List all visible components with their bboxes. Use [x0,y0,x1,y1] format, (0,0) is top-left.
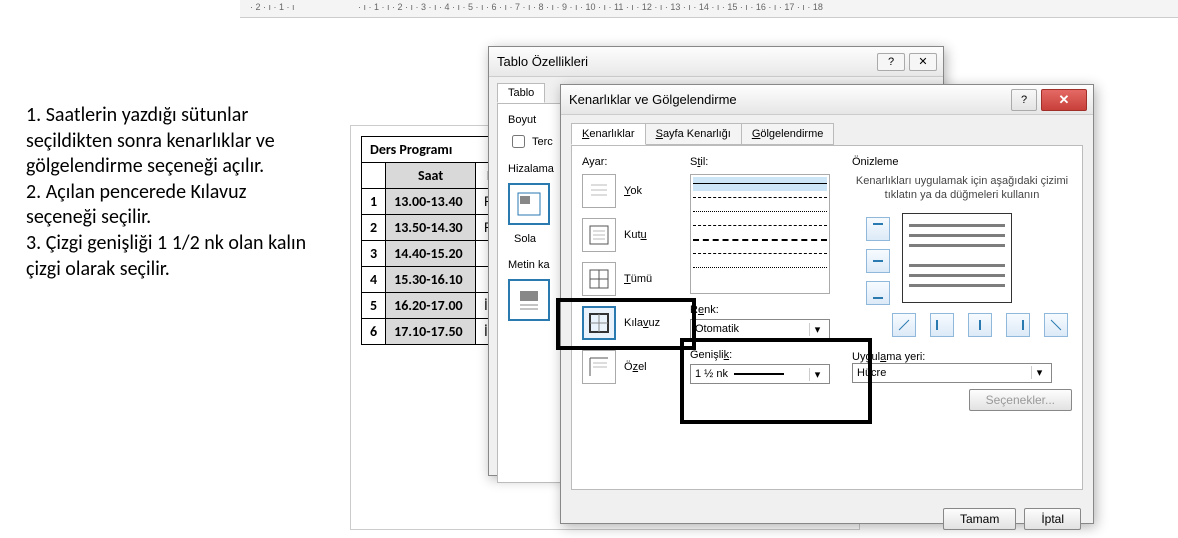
ayar-tumu[interactable]: Tümü [582,262,678,296]
border-right-btn[interactable] [1006,313,1030,337]
ayar-yok[interactable]: Yok [582,174,678,208]
tab-borders[interactable]: KKenarlıklarenarlıklar [571,123,646,145]
table-row[interactable]: 617.10-17.50İ [362,319,506,345]
cancel-button[interactable]: İptal [1024,508,1081,530]
chevron-down-icon: ▾ [809,368,825,381]
apply-label: Uygulama yeri: [852,351,925,363]
align-left[interactable] [508,183,550,225]
ayar-ozel[interactable]: Özel [582,350,678,384]
style-option[interactable] [693,261,827,275]
preview-desc: Kenarlıkları uygulamak için aşağıdaki çi… [852,174,1072,203]
ayar-label: Ayar: [582,156,678,168]
style-option[interactable] [693,177,827,191]
pref-checkbox-input[interactable] [512,135,525,148]
table-row[interactable]: 213.50-14.30Fe [362,215,506,241]
instruction-1: 1. Saatlerin yazdığı sütunlar seçildikte… [26,103,311,180]
tab-tablo[interactable]: Tablo [497,83,545,103]
border-grid-icon [582,306,616,340]
ruler: · 2 · ı · 1 · ı · ı · 1 · ı · 2 · ı · 3 … [240,0,1178,18]
table-row[interactable]: 516.20-17.00İ [362,293,506,319]
stil-label: Stil: [690,156,840,168]
options-button[interactable]: Seçenekler... [969,389,1072,411]
dialog-title-text: Kenarlıklar ve Gölgelendirme [569,92,737,107]
color-combo[interactable]: Otomatik ▾ [690,319,830,339]
dialog-title-text: Tablo Özellikleri [497,54,588,69]
border-custom-icon [582,350,616,384]
dialog-titlebar[interactable]: Tablo Özellikleri ? ✕ [489,47,943,77]
table-title: Ders Programı [362,137,506,163]
width-combo[interactable]: 1 ½ nk ▾ [690,364,830,384]
border-left-btn[interactable] [930,313,954,337]
col-saat: Saat [386,163,476,189]
ayar-kutu[interactable]: Kutu [582,218,678,252]
width-label: Genişlik: [690,349,840,361]
border-hmid-btn[interactable] [866,249,890,273]
border-top-btn[interactable] [866,217,890,241]
color-label: Renk: [690,304,840,316]
border-all-icon [582,262,616,296]
style-option[interactable] [693,205,827,219]
preview-area [862,213,1062,333]
borders-shading-dialog: Kenarlıklar ve Gölgelendirme ? ✕ KKenarl… [560,84,1094,524]
style-option[interactable] [693,219,827,233]
border-diag1-btn[interactable] [892,313,916,337]
ayar-kilavuz[interactable]: Kılavuz [582,306,678,340]
instruction-3: 3. Çizgi genişliği 1 1/2 nk olan kalın ç… [26,231,311,282]
dialog-titlebar[interactable]: Kenarlıklar ve Gölgelendirme ? ✕ [561,85,1093,115]
table-row[interactable]: 415.30-16.10 [362,267,506,293]
ok-button[interactable]: Tamam [943,508,1016,530]
tab-page-border[interactable]: Sayfa Kenarlığı [645,123,742,145]
border-diag2-btn[interactable] [1044,313,1068,337]
instructions-text: 1. Saatlerin yazdığı sütunlar seçildikte… [26,103,311,282]
style-option[interactable] [693,233,827,247]
style-listbox[interactable] [690,174,830,294]
table-row[interactable]: 314.40-15.20 [362,241,506,267]
border-bottom-btn[interactable] [866,281,890,305]
help-button[interactable]: ? [1011,89,1037,111]
chevron-down-icon: ▾ [809,323,825,336]
border-box-icon [582,218,616,252]
chevron-down-icon: ▾ [1031,366,1047,379]
schedule-table[interactable]: Ders Programı Saat P 113.00-13.40Fe 213.… [361,136,506,345]
style-option[interactable] [693,247,827,261]
apply-to-combo[interactable]: Hücre ▾ [852,363,1052,383]
style-option[interactable] [693,191,827,205]
preview-canvas[interactable] [902,213,1012,303]
tab-shading[interactable]: Gölgelendirme [741,123,835,145]
borders-panel: Ayar: Yok Kutu Tümü Kılavuz Özel [571,145,1083,490]
close-button[interactable]: ✕ [1041,89,1087,111]
wrap-none[interactable] [508,279,550,321]
close-button[interactable]: ✕ [909,53,937,71]
help-button[interactable]: ? [877,53,905,71]
preview-label: Önizleme [852,156,1072,168]
instruction-2: 2. Açılan pencerede Kılavuz seçeneği seç… [26,180,311,231]
border-none-icon [582,174,616,208]
border-vmid-btn[interactable] [968,313,992,337]
table-row[interactable]: 113.00-13.40Fe [362,189,506,215]
